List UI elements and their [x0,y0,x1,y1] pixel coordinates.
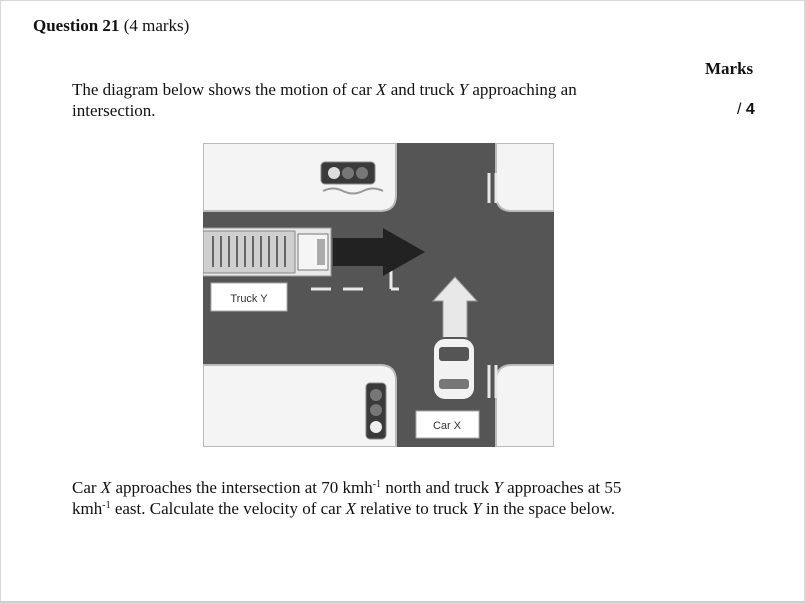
sidewalk-top-right [495,143,554,212]
intro-text: The diagram below shows the motion of ca… [72,80,377,99]
marks-slash: / [737,101,742,118]
truck-label: Truck Y [230,293,268,305]
unit-exponent: -1 [372,479,382,490]
question-title: Question 21 (4 marks) [33,16,189,36]
question-number: Question 21 [33,16,120,35]
body-text: north and truck [381,478,494,497]
car-label: Car X [433,420,462,432]
intersection-diagram: Truck Y Car X [203,143,554,447]
body-text: relative to truck [356,499,473,518]
marks-allocation: / 4 [737,101,755,119]
body-car-symbol: X [100,478,112,497]
page-bottom-divider [0,601,805,603]
question-marks: (4 marks) [123,16,190,35]
traffic-light-bottom-icon [365,382,387,440]
intro-truck-symbol: Y [458,80,469,99]
intro-paragraph: The diagram below shows the motion of ca… [72,79,632,121]
intro-car-symbol: X [376,80,387,99]
intro-text: and truck [386,80,459,99]
question-body-paragraph: Car X approaches the intersection at 70 … [72,477,657,519]
body-text: Car [72,478,101,497]
sidewalk-bottom-right [495,364,554,447]
unit-exponent: -1 [102,500,111,511]
body-truck-symbol: Y [472,499,482,518]
body-text: in the space below. [481,499,616,518]
body-text: east. Calculate the velocity of car [110,499,346,518]
body-truck-symbol: Y [493,478,503,497]
truck-icon [203,227,332,277]
body-text: approaches the intersection at 70 kmh [111,478,373,497]
marks-total: 4 [745,101,755,118]
body-car-symbol: X [345,499,357,518]
marks-heading: Marks [705,59,754,78]
car-icon [432,337,476,401]
